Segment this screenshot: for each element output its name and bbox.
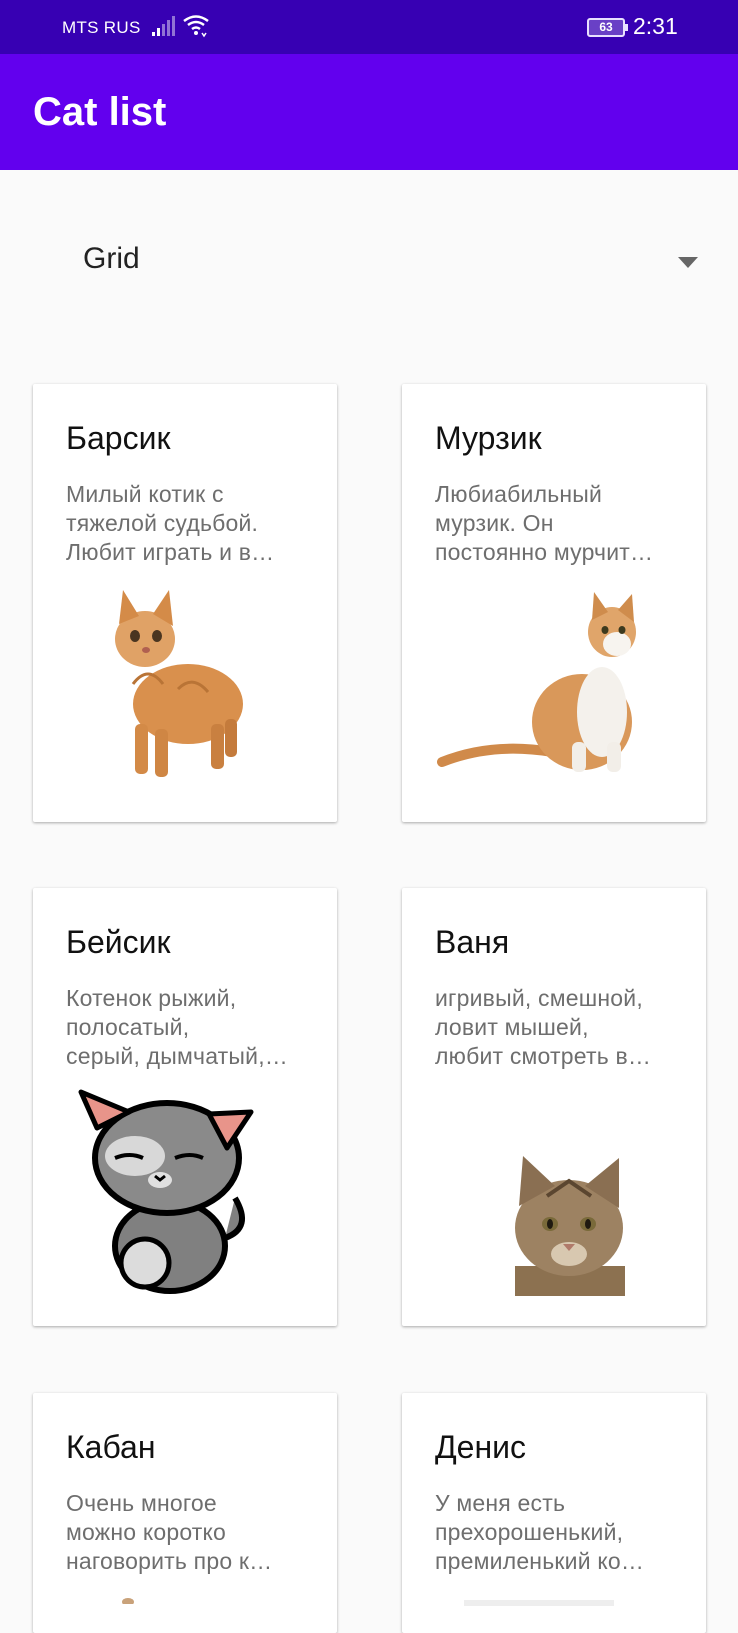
cat-name: Мурзик [435, 420, 542, 456]
signal-icon [152, 16, 176, 43]
cat-name: Барсик [66, 420, 171, 456]
status-bar: MTS RUS 63 2:31 [0, 0, 738, 54]
wifi-icon [183, 14, 209, 43]
cat-description: Любиабильный мурзик. Он постоянно мурчит… [435, 481, 654, 565]
cat-photo-partial [113, 1591, 143, 1609]
cat-name: Денис [435, 1429, 527, 1465]
cat-card[interactable]: Бейсик Котенок рыжий, полосатый, серый, … [33, 888, 337, 1326]
page-title: Cat list [33, 90, 167, 134]
ginger-white-cat-photo [432, 592, 652, 787]
cat-name: Ваня [435, 924, 510, 960]
cartoon-grey-cat-image [75, 1088, 255, 1303]
cat-card[interactable]: Денис У меня есть прехорошенький, премил… [402, 1393, 706, 1633]
cat-description: Милый котик с тяжелой судьбой. Любит игр… [66, 481, 275, 565]
dropdown-arrow-icon [678, 257, 698, 268]
battery-tip [625, 24, 628, 31]
cat-photo-partial [464, 1593, 614, 1611]
cat-card[interactable]: Мурзик Любиабильный мурзик. Он постоянно… [402, 384, 706, 822]
cat-card[interactable]: Кабан Очень многое можно коротко наговор… [33, 1393, 337, 1633]
battery-icon: 63 [587, 18, 625, 37]
cat-name: Бейсик [66, 924, 171, 960]
app-bar: Cat list [0, 54, 738, 170]
clock: 2:31 [633, 13, 678, 39]
cat-card[interactable]: Ваня игривый, смешной, ловит мышей, люби… [402, 888, 706, 1326]
cat-card[interactable]: Барсик Милый котик с тяжелой судьбой. Лю… [33, 384, 337, 822]
cat-description: Котенок рыжий, полосатый, серый, дымчаты… [66, 985, 288, 1069]
cat-description: игривый, смешной, ловит мышей, любит смо… [435, 985, 652, 1069]
tabby-cat-photo [507, 1156, 632, 1301]
cat-name: Кабан [66, 1429, 156, 1465]
cat-description: У меня есть прехорошенький, премиленький… [435, 1490, 645, 1574]
ginger-kitten-photo [93, 584, 253, 789]
layout-spinner-value: Grid [83, 242, 140, 275]
layout-spinner[interactable]: Grid [33, 222, 705, 302]
carrier-name: MTS RUS [62, 18, 141, 37]
cat-description: Очень многое можно коротко наговорить пр… [66, 1490, 273, 1574]
